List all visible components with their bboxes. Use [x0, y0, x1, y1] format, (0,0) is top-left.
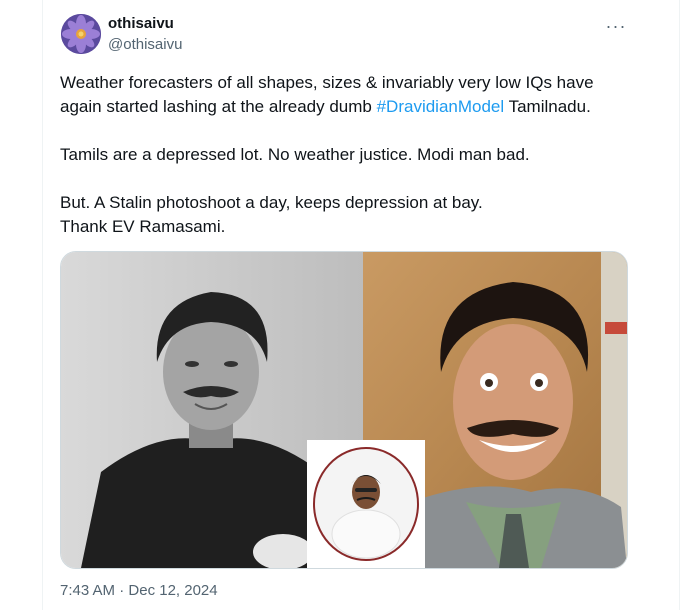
- tweet-paragraph-3: But. A Stalin photoshoot a day, keeps de…: [60, 191, 630, 239]
- author-avatar[interactable]: [61, 14, 101, 54]
- tweet-text: Weather forecasters of all shapes, sizes…: [60, 71, 630, 239]
- meme-collage-image: [61, 252, 627, 568]
- tweet-paragraph-2: Tamils are a depressed lot. No weather j…: [60, 145, 530, 164]
- more-options-icon[interactable]: ···: [604, 14, 628, 38]
- avatar-flower-image: [61, 14, 101, 54]
- tweet-paragraph-1: Weather forecasters of all shapes, sizes…: [60, 71, 630, 119]
- tweet-text-para3-line2: Thank EV Ramasami.: [60, 217, 226, 236]
- timestamp-separator: ·: [115, 582, 129, 599]
- inset-portrait: [307, 440, 425, 568]
- tweet-text-para3-line1: But. A Stalin photoshoot a day, keeps de…: [60, 193, 483, 212]
- author-display-name[interactable]: othisaivu: [108, 15, 174, 32]
- hashtag-link[interactable]: #DravidianModel: [377, 97, 505, 116]
- timestamp-time[interactable]: 7:43 AM: [60, 582, 115, 599]
- author-handle[interactable]: @othisaivu: [108, 36, 182, 53]
- tweet-text-line1-post: Tamilnadu.: [504, 97, 591, 116]
- tweet-media-image[interactable]: [60, 251, 628, 569]
- tweet-timestamp[interactable]: 7:43 AM · Dec 12, 2024: [60, 582, 218, 599]
- timestamp-date[interactable]: Dec 12, 2024: [128, 582, 217, 599]
